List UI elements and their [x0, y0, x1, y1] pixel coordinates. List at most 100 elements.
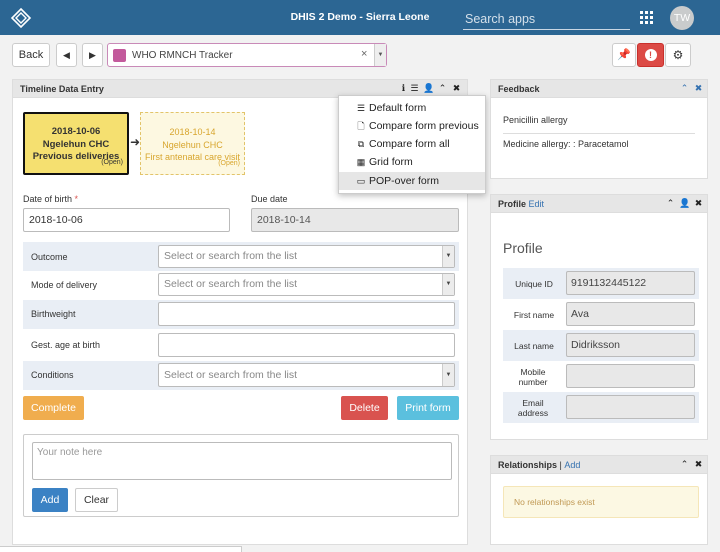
close-icon[interactable]: ✖ — [693, 459, 704, 470]
feedback-panel: Feedback ⌃ ✖ Penicillin allergy Medicine… — [490, 79, 708, 179]
panel-title: Timeline Data Entry — [20, 84, 104, 94]
profile-row-last-name: Last name Didriksson — [503, 330, 699, 361]
pin-icon: 📌 — [617, 49, 631, 61]
complete-button[interactable]: Complete — [23, 396, 84, 420]
close-icon[interactable]: ✖ — [693, 198, 704, 209]
conditions-select[interactable]: Select or search from the list ▼ — [158, 363, 455, 387]
previous-button[interactable]: ◀ — [56, 43, 77, 67]
date-of-birth-label: Date of birth * — [23, 194, 79, 204]
bottom-strip — [0, 546, 242, 552]
top-bar: DHIS 2 Demo - Sierra Leone TW — [0, 0, 720, 35]
delete-button[interactable]: Delete — [341, 396, 388, 420]
print-form-button[interactable]: Print form — [397, 396, 459, 420]
event-date: 2018-10-06 — [51, 126, 101, 137]
event-org-unit: Ngelehun CHC — [162, 139, 223, 150]
chevron-up-icon[interactable]: ⌃ — [679, 459, 690, 470]
outcome-label: Outcome — [31, 252, 68, 262]
chevron-down-icon[interactable]: ▼ — [374, 44, 386, 66]
relationships-panel: Relationships | Add ⌃ ✖ No relationships… — [490, 455, 708, 545]
chevron-down-icon: ▼ — [442, 274, 454, 295]
profile-row-unique-id: Unique ID 9191132445122 — [503, 268, 699, 299]
event-card-first-antenatal[interactable]: 2018-10-14 Ngelehun CHC First antenatal … — [140, 112, 245, 175]
chevron-down-icon: ▼ — [442, 364, 454, 386]
apps-grid-icon[interactable] — [640, 11, 653, 24]
profile-heading: Profile — [503, 240, 543, 256]
panel-header: Relationships | Add ⌃ ✖ — [491, 456, 707, 474]
panel-header: Profile Edit ⌃ 👤 ✖ — [491, 195, 707, 213]
birthweight-input[interactable] — [158, 302, 455, 326]
edit-profile-link[interactable]: Edit — [529, 199, 545, 209]
user-avatar[interactable]: TW — [670, 6, 694, 30]
program-select[interactable]: WHO RMNCH Tracker × ▼ — [107, 43, 387, 67]
menu-item-grid-form[interactable]: ▦ Grid form — [339, 153, 485, 171]
pin-button[interactable]: 📌 — [612, 43, 636, 67]
due-date-label: Due date — [251, 194, 288, 204]
gest-age-input[interactable] — [158, 333, 455, 357]
menu-item-default-form[interactable]: ☰ Default form — [339, 99, 485, 117]
copy-icon: ⧉ — [357, 139, 365, 149]
chevron-right-icon: ▶ — [89, 50, 96, 60]
profile-panel: Profile Edit ⌃ 👤 ✖ Profile Unique ID 919… — [490, 194, 708, 440]
panel-header: Feedback ⌃ ✖ — [491, 80, 707, 98]
user-icon[interactable]: 👤 — [679, 198, 690, 209]
first-name-field: Ava — [566, 302, 695, 326]
user-icon[interactable]: 👤 — [423, 83, 434, 94]
chevron-up-icon[interactable]: ⌃ — [665, 198, 676, 209]
list-icon: ☰ — [356, 103, 366, 113]
menu-item-compare-all[interactable]: ⧉ Compare form all — [339, 135, 485, 153]
info-icon[interactable]: ℹ — [398, 83, 409, 94]
next-button[interactable]: ▶ — [82, 43, 103, 67]
birthweight-label: Birthweight — [31, 309, 76, 319]
chevron-down-icon: ▼ — [442, 246, 454, 267]
gest-age-label: Gest. age at birth — [31, 340, 101, 350]
clear-note-button[interactable]: Clear — [75, 488, 118, 512]
list-icon[interactable]: ☰ — [409, 83, 420, 94]
date-of-birth-input[interactable]: 2018-10-06 — [23, 208, 230, 232]
event-org-unit: Ngelehun CHC — [42, 138, 110, 150]
outcome-select[interactable]: Select or search from the list ▼ — [158, 245, 455, 268]
profile-row-mobile-number: Mobile number — [503, 361, 699, 392]
file-icon: 🗋 — [357, 121, 365, 131]
panel-title: Feedback — [498, 84, 540, 94]
last-name-field: Didriksson — [566, 333, 695, 357]
program-icon — [113, 49, 126, 62]
exclamation-icon: ! — [644, 49, 657, 61]
event-status: (Open) — [218, 159, 240, 167]
panel-title: Relationships | Add — [498, 460, 581, 470]
profile-row-first-name: First name Ava — [503, 299, 699, 330]
mobile-number-field — [566, 364, 695, 388]
mode-of-delivery-label: Mode of delivery — [31, 280, 98, 290]
chevron-left-icon: ◀ — [63, 50, 70, 60]
chevron-up-icon[interactable]: ⌃ — [679, 83, 690, 94]
grid-icon: ▦ — [356, 157, 366, 167]
chevron-up-icon[interactable]: ⌃ — [437, 83, 448, 94]
program-name: WHO RMNCH Tracker — [132, 50, 233, 61]
feedback-item: Medicine allergy: : Paracetamol — [503, 139, 629, 149]
feedback-item: Penicillin allergy — [503, 106, 695, 134]
event-date: 2018-10-14 — [169, 127, 216, 137]
note-textarea[interactable] — [32, 442, 452, 480]
clear-program-icon[interactable]: × — [361, 48, 367, 60]
mode-of-delivery-select[interactable]: Select or search from the list ▼ — [158, 273, 455, 296]
no-relationships-alert: No relationships exist — [503, 486, 699, 518]
menu-item-compare-previous[interactable]: 🗋 Compare form previous — [339, 117, 485, 135]
alert-button[interactable]: ! — [637, 43, 664, 67]
panel-title: Profile Edit — [498, 199, 545, 209]
back-button[interactable]: Back — [12, 43, 50, 67]
notes-section: Add Clear — [23, 434, 459, 517]
add-relationship-link[interactable]: Add — [564, 460, 580, 470]
due-date-input: 2018-10-14 — [251, 208, 459, 232]
conditions-label: Conditions — [31, 370, 74, 380]
unique-id-field: 9191132445122 — [566, 271, 695, 295]
add-note-button[interactable]: Add — [32, 488, 68, 512]
event-card-previous-deliveries[interactable]: 2018-10-06 Ngelehun CHC Previous deliver… — [23, 112, 129, 175]
event-status: (Open) — [101, 158, 123, 166]
email-address-field — [566, 395, 695, 419]
menu-item-popover-form[interactable]: ▭ POP-over form — [339, 172, 485, 190]
arrow-right-icon: ➜ — [130, 135, 141, 149]
close-icon[interactable]: ✖ — [451, 83, 462, 94]
search-apps-input[interactable] — [463, 9, 630, 30]
settings-button[interactable]: ⚙ — [665, 43, 691, 67]
close-icon[interactable]: ✖ — [693, 83, 704, 94]
window-icon: ▭ — [356, 176, 366, 186]
